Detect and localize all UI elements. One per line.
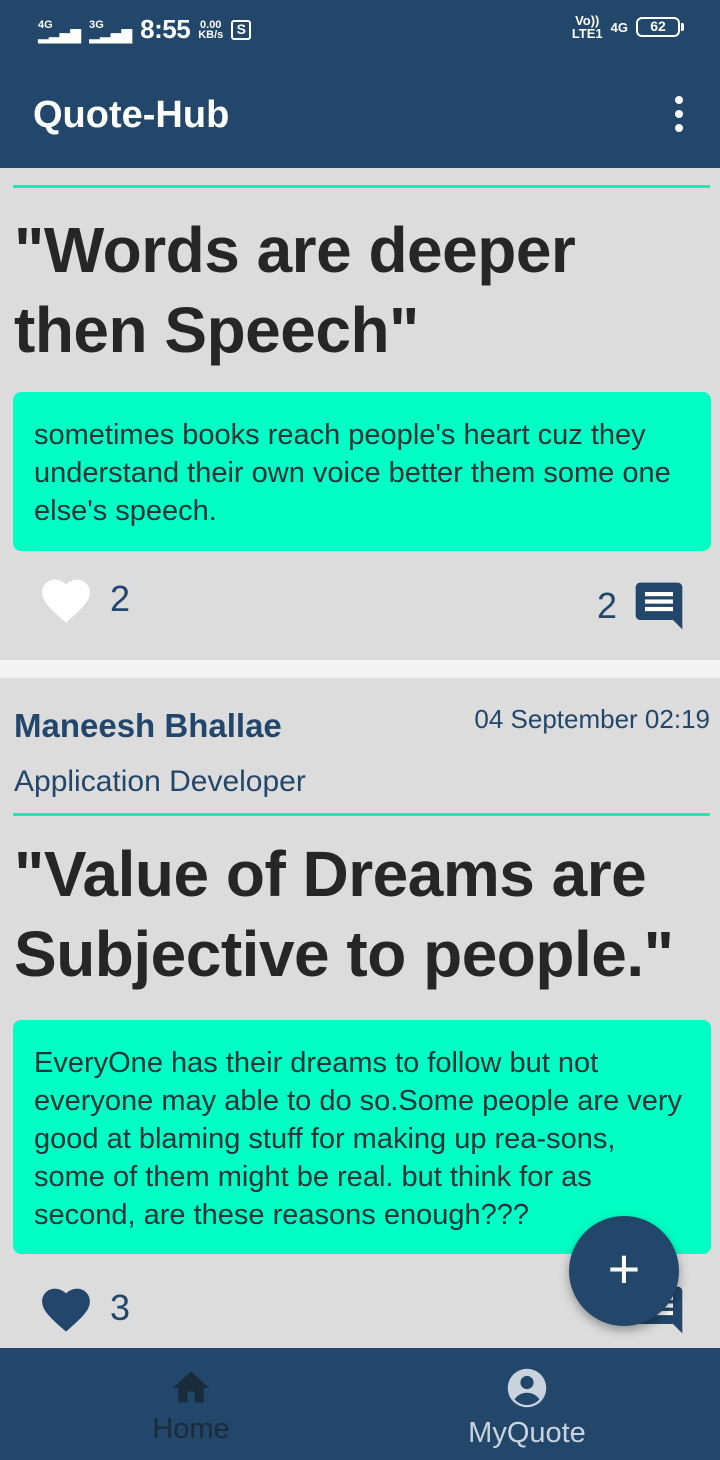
quote-body: sometimes books reach people's heart cuz… [13,392,711,551]
nav-myquote[interactable]: MyQuote [407,1366,647,1450]
nav-home[interactable]: Home [71,1366,311,1446]
quote-feed[interactable]: "Words are deeper then Speech" sometimes… [0,168,720,1348]
like-button[interactable]: 3 [38,1283,130,1333]
card-separator [0,660,720,678]
author-name[interactable]: Maneesh Bhallae [14,707,282,745]
account-circle-icon [507,1368,547,1408]
volte-indicator: Vo)) LTE1 [572,14,603,40]
battery-level: 62 [650,18,666,34]
card-divider [13,813,710,816]
heart-filled-icon [42,1288,90,1332]
author-role: Application Developer [14,765,306,798]
bottom-navigation: Home MyQuote [0,1348,720,1460]
clock: 8:55 [140,14,191,44]
nav-home-label: Home [152,1413,230,1445]
like-count: 2 [110,578,131,619]
network-4g-icon: 4G [610,19,628,35]
network-speed: 0.00 KB/s [198,19,224,41]
home-icon [172,1371,210,1403]
signal-3g-icon: 3G ▂▃▅▇ [89,18,133,43]
status-left: 4G ▂▃▅▇ 3G ▂▃▅▇ 8:55 0.00 KB/s S [38,14,252,45]
nav-myquote-label: MyQuote [468,1417,586,1449]
app-bar: Quote-Hub [0,58,720,168]
battery-icon: 62 [636,17,684,37]
speed-unit: KB/s [198,28,224,41]
screenshot-icon: S [231,19,252,40]
comment-icon [635,582,683,630]
add-icon: + [607,1237,641,1300]
like-count: 3 [110,1287,131,1328]
quote-title: "Words are deeper then Speech" [14,214,576,366]
post-date: 04 September 02:19 [474,704,710,734]
more-vert-icon[interactable] [674,96,684,132]
signal-4g-icon: 4G ▂▃▅▇ [38,18,82,43]
comment-button[interactable]: 2 [597,578,687,634]
app-title: Quote-Hub [33,94,230,136]
like-button[interactable]: 2 [38,574,130,624]
lte-label: LTE1 [571,26,603,41]
status-right: Vo)) LTE1 4G 62 [572,14,684,40]
comment-count: 2 [596,585,617,626]
heart-outline-icon [42,579,90,623]
quote-card[interactable]: "Words are deeper then Speech" sometimes… [0,168,720,660]
add-quote-button[interactable]: + [569,1216,679,1326]
quote-title: "Value of Dreams are Subjective to peopl… [14,838,674,990]
status-bar: 4G ▂▃▅▇ 3G ▂▃▅▇ 8:55 0.00 KB/s S Vo)) LT… [0,0,720,58]
card-divider [13,185,710,188]
